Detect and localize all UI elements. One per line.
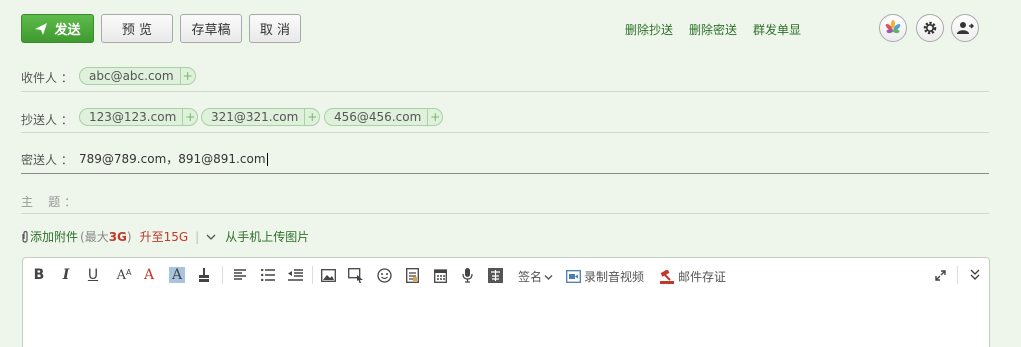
upgrade-link[interactable]: 升至15G	[140, 228, 189, 245]
calendar-icon	[433, 268, 447, 283]
size-limit-value: 3G	[108, 229, 127, 244]
cc-chip[interactable]: 123@123.com +	[79, 108, 199, 126]
chip-address: 123@123.com	[89, 110, 177, 124]
fullscreen-button[interactable]	[934, 267, 946, 283]
mail-evidence-label: 邮件存证	[678, 270, 727, 284]
paperclip-icon	[22, 230, 28, 243]
double-chevron-down-icon	[970, 269, 980, 280]
message-editor[interactable]: B I U AA A A 签名 录制音视频 邮件存证	[22, 257, 990, 347]
gavel-icon	[660, 269, 674, 284]
emoji-button[interactable]	[377, 267, 392, 283]
gear-icon	[923, 21, 937, 35]
attachment-bar: 添加附件 (最大 3G ) 升至15G | 从手机上传图片	[20, 228, 309, 245]
video-camera-icon	[566, 270, 581, 283]
add-user-icon	[957, 22, 974, 34]
record-video-button[interactable]: 录制音视频	[566, 268, 644, 285]
stationery-button[interactable]	[879, 14, 907, 42]
send-label: 发送	[54, 23, 81, 38]
font-size-glyph: A	[116, 267, 126, 283]
to-label: 收件人 ：	[21, 71, 73, 85]
add-attachment-link[interactable]: 添加附件	[30, 228, 78, 245]
highlight-button[interactable]: A	[169, 267, 185, 283]
divider: |	[195, 229, 200, 244]
remove-cc-link[interactable]: 删除抄送	[625, 21, 673, 38]
screenshot-icon	[348, 267, 363, 283]
divider	[312, 266, 313, 284]
indent-button[interactable]	[288, 267, 303, 283]
bcc-value: 789@789.com，891@891.com	[79, 152, 266, 166]
font-size-small-glyph: A	[125, 267, 132, 277]
add-contact-button[interactable]	[951, 14, 979, 42]
mail-evidence-button[interactable]: 邮件存证	[659, 268, 726, 285]
calendar-button[interactable]	[433, 267, 447, 283]
text-caret	[266, 153, 268, 166]
chip-address: 456@456.com	[334, 110, 422, 124]
save-draft-button[interactable]: 存草稿	[180, 14, 242, 43]
send-button[interactable]: 发送	[21, 14, 94, 43]
size-limit-open: (最大	[80, 230, 109, 244]
document-button[interactable]	[405, 267, 419, 283]
italic-button[interactable]: I	[59, 267, 73, 283]
preview-button[interactable]: 预 览	[101, 14, 173, 43]
microphone-icon	[462, 267, 473, 283]
expand-icon	[934, 269, 946, 281]
cc-chip[interactable]: 456@456.com +	[324, 108, 444, 126]
chevron-down-icon[interactable]	[206, 233, 216, 241]
insert-image-button[interactable]	[321, 267, 336, 283]
image-icon	[321, 268, 336, 282]
align-button[interactable]	[233, 267, 247, 283]
translate-button[interactable]	[488, 267, 503, 283]
clear-format-button[interactable]	[197, 267, 211, 283]
signature-dropdown[interactable]: 签名	[518, 268, 553, 285]
underline-button[interactable]: U	[86, 267, 100, 283]
remove-bcc-link[interactable]: 删除密送	[689, 21, 737, 38]
bcc-row[interactable]: 密送人 ： 789@789.com，891@891.com	[21, 144, 989, 174]
recipient-chip[interactable]: abc@abc.com +	[79, 67, 196, 85]
divider	[957, 266, 958, 284]
separate-send-link[interactable]: 群发单显	[753, 21, 801, 38]
outdent-icon	[288, 269, 303, 281]
to-row: 收件人 ： abc@abc.com +	[21, 60, 989, 92]
bcc-label: 密送人 ：	[21, 153, 73, 167]
font-size-button[interactable]: AA	[114, 267, 134, 283]
bold-button[interactable]: B	[32, 267, 46, 283]
chip-add-icon[interactable]: +	[304, 109, 319, 125]
chip-add-icon[interactable]: +	[182, 109, 197, 125]
compose-toolbar: 发送 预 览 存草稿 取 消 删除抄送 删除密送 群发单显	[21, 14, 1021, 44]
cc-row: 抄送人 ： 123@123.com + 321@321.com + 456@45…	[21, 101, 989, 133]
cc-label: 抄送人 ：	[21, 113, 73, 127]
subject-label: 主 题 ：	[21, 195, 77, 209]
cancel-button[interactable]: 取 消	[249, 14, 301, 43]
collapse-toolbar-button[interactable]	[969, 267, 981, 283]
smiley-icon	[377, 267, 392, 283]
cc-chip[interactable]: 321@321.com +	[201, 108, 321, 126]
bullet-list-button[interactable]	[260, 267, 275, 283]
brush-icon	[199, 267, 209, 282]
signature-label: 签名	[518, 270, 543, 284]
colorful-flower-icon	[885, 20, 901, 34]
send-icon	[35, 22, 48, 35]
list-icon	[260, 269, 275, 281]
chip-add-icon[interactable]: +	[427, 109, 442, 125]
chip-address: abc@abc.com	[89, 69, 174, 83]
screenshot-button[interactable]	[348, 267, 364, 283]
translate-icon	[488, 267, 503, 283]
voice-button[interactable]	[461, 267, 474, 283]
subject-row[interactable]: 主 题 ：	[21, 187, 989, 214]
document-icon	[405, 267, 419, 283]
bcc-input[interactable]: 789@789.com，891@891.com	[79, 150, 268, 167]
chevron-down-icon	[544, 275, 553, 280]
record-video-label: 录制音视频	[584, 270, 645, 284]
chip-add-icon[interactable]: +	[179, 68, 195, 84]
upload-from-phone-link[interactable]: 从手机上传图片	[225, 228, 309, 245]
align-left-icon	[233, 269, 246, 280]
font-color-button[interactable]: A	[142, 267, 156, 283]
chip-address: 321@321.com	[211, 110, 299, 124]
size-limit-close: )	[126, 229, 132, 244]
format-toolbar: B I U AA A A 签名 录制音视频 邮件存证	[23, 258, 989, 292]
divider	[222, 266, 223, 284]
settings-button[interactable]	[916, 14, 944, 42]
recipient-options: 删除抄送 删除密送 群发单显	[625, 21, 801, 38]
